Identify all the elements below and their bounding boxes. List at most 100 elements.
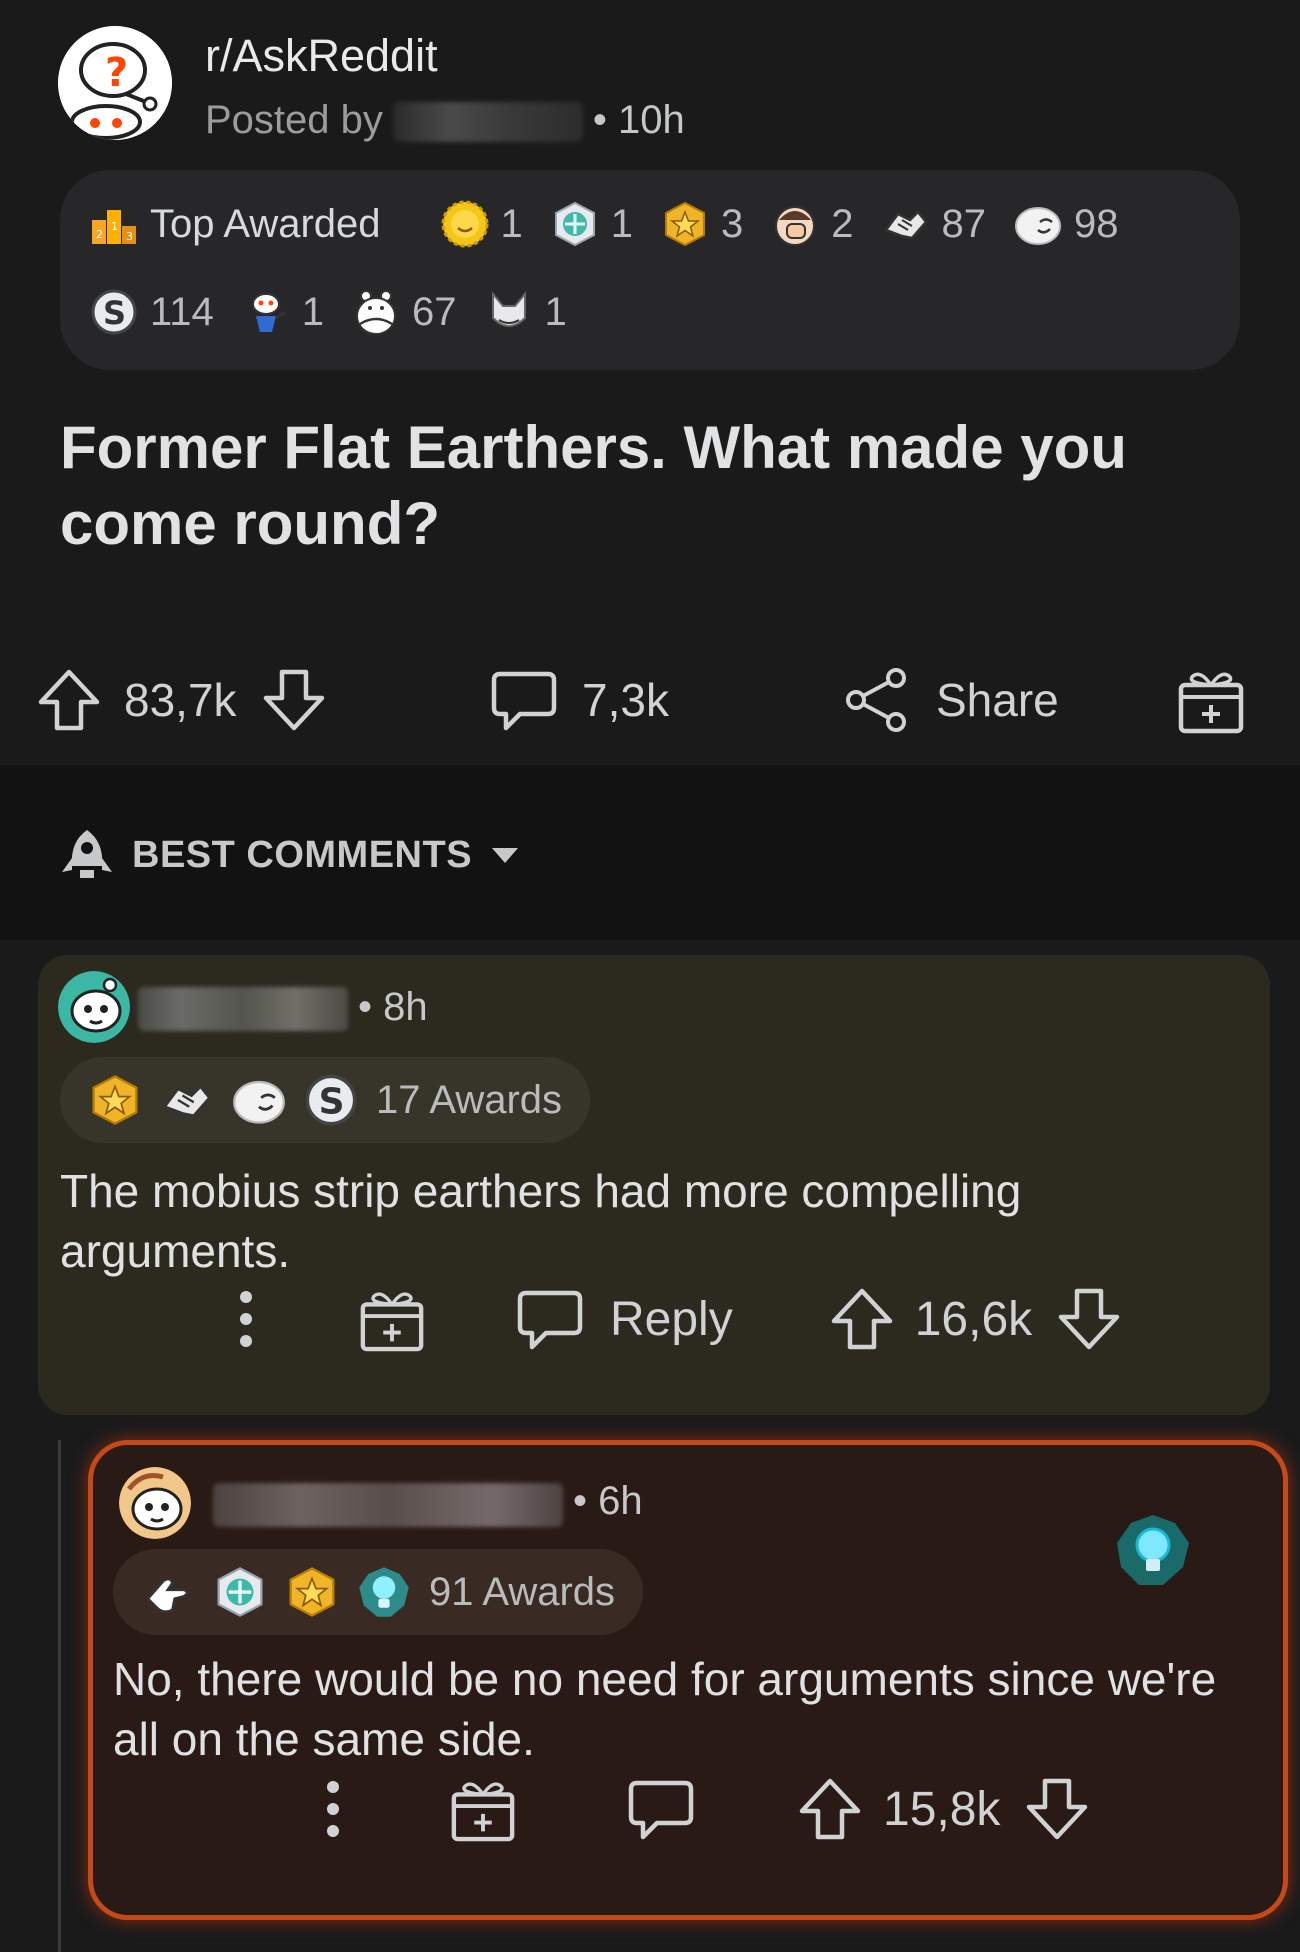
gift-icon	[1176, 665, 1246, 735]
commenter-avatar[interactable]	[58, 971, 130, 1043]
post-meta: Posted by • 10h	[205, 98, 685, 143]
silver-coin-award-icon: S	[304, 1073, 358, 1127]
share-label: Share	[936, 674, 1059, 726]
sort-dropdown[interactable]: BEST COMMENTS	[58, 826, 520, 884]
platinum-shield-award-icon	[551, 200, 599, 248]
gold-star-award-icon	[88, 1073, 142, 1127]
comments-button[interactable]: 7,3k	[490, 650, 669, 750]
give-award-icon[interactable]	[358, 1285, 426, 1353]
gold-sun-award-icon	[441, 200, 489, 248]
reply-button[interactable]: Reply	[516, 1285, 733, 1353]
reply-bubble-icon[interactable]	[627, 1775, 695, 1843]
posted-by-label: Posted by	[205, 98, 383, 142]
silver-coin-award-icon: S	[90, 288, 138, 336]
svg-text:1: 1	[111, 220, 118, 233]
award-bear-hug[interactable]: 67	[352, 288, 457, 336]
award-snoo-dance[interactable]: 1	[242, 288, 324, 336]
svg-text:3: 3	[126, 230, 133, 243]
gold-star-award-icon	[285, 1565, 339, 1619]
reply-label: Reply	[610, 1292, 733, 1346]
award-platinum[interactable]: 1	[551, 200, 633, 248]
lightbulb-award-icon	[1113, 1511, 1193, 1591]
laughing-face-award-icon	[232, 1073, 286, 1127]
award-facepalm[interactable]: 2	[771, 200, 854, 248]
downvote-arrow-icon[interactable]	[261, 667, 327, 733]
comment-bubble-icon	[490, 666, 558, 734]
comment-vote-count: 15,8k	[883, 1782, 1001, 1836]
comment-awards[interactable]: 91 Awards	[113, 1549, 644, 1635]
gold-star-award-icon	[661, 200, 709, 248]
awards-count-label: 91 Awards	[429, 1569, 616, 1614]
redacted-username	[138, 987, 348, 1031]
award-gold-sun[interactable]: 1	[441, 200, 523, 248]
laughing-face-award-icon	[1014, 200, 1062, 248]
award-gold-star[interactable]: 3	[661, 200, 743, 248]
comment-action-bar: Reply 16,6k	[238, 1285, 1122, 1353]
awards-row-1: 2 1 3 Top Awarded 1 1 3 2 87 98	[90, 200, 1147, 248]
post-card: ? r/AskReddit Posted by • 10h 2 1 3 Top …	[0, 0, 1300, 765]
comment-card: • 8h S 17 Awards The mobius strip earthe…	[38, 955, 1270, 1415]
award-handshake[interactable]: 87	[882, 200, 987, 248]
upvote-arrow-icon[interactable]	[36, 667, 102, 733]
snoo-dance-award-icon	[242, 288, 290, 336]
comment-body: The mobius strip earthers had more compe…	[60, 1165, 1022, 1277]
comment-action-bar: 15,8k	[325, 1775, 1090, 1843]
awards-count-label: 17 Awards	[376, 1077, 563, 1122]
svg-text:2: 2	[96, 228, 103, 241]
award-count: 1	[301, 289, 325, 334]
post-action-bar: 83,7k 7,3k Share	[0, 650, 1300, 750]
comment-time: • 8h	[358, 985, 428, 1029]
facepalm-award-icon	[771, 200, 819, 248]
give-award-icon[interactable]	[449, 1775, 517, 1843]
top-awarded-label: Top Awarded	[150, 201, 381, 246]
award-count: 3	[721, 201, 744, 246]
upvote-arrow-icon[interactable]	[829, 1286, 895, 1352]
svg-text:?: ?	[105, 50, 128, 96]
podium-icon: 2 1 3	[90, 200, 138, 248]
post-vote-group: 83,7k	[36, 650, 327, 750]
platinum-shield-award-icon	[213, 1565, 267, 1619]
award-count: 87	[941, 201, 987, 246]
pointing-hand-award-icon	[141, 1565, 195, 1619]
chevron-down-icon	[490, 845, 520, 865]
polar-bear-hug-award-icon	[352, 288, 400, 336]
award-count: 2	[831, 201, 854, 246]
post-time: • 10h	[592, 98, 685, 142]
award-count: 67	[412, 289, 457, 334]
upvote-arrow-icon[interactable]	[797, 1776, 863, 1842]
fox-award-icon	[485, 288, 533, 336]
subreddit-avatar[interactable]: ?	[58, 26, 172, 140]
comment-count: 7,3k	[582, 674, 669, 726]
comment-vote-count: 16,6k	[914, 1292, 1033, 1346]
award-fox[interactable]: 1	[485, 288, 567, 336]
downvote-arrow-icon[interactable]	[1024, 1776, 1090, 1842]
lightbulb-award-icon	[357, 1565, 411, 1619]
downvote-arrow-icon[interactable]	[1056, 1286, 1122, 1352]
award-count: 98	[1074, 201, 1119, 246]
top-awarded-badge: 2 1 3 Top Awarded	[90, 200, 413, 248]
svg-text:S: S	[319, 1082, 345, 1123]
reply-bubble-icon	[516, 1285, 584, 1353]
share-button[interactable]: Share	[842, 650, 1059, 750]
award-silver[interactable]: S 114	[90, 288, 214, 336]
comment-awards[interactable]: S 17 Awards	[60, 1057, 591, 1143]
comment-body: No, there would be no need for arguments…	[113, 1653, 1217, 1765]
more-options-icon[interactable]	[238, 1289, 254, 1349]
subreddit-name[interactable]: r/AskReddit	[205, 30, 438, 82]
post-title[interactable]: Former Flat Earthers. What made you come…	[60, 410, 1240, 562]
more-options-icon[interactable]	[325, 1779, 341, 1839]
sort-label: BEST COMMENTS	[132, 833, 473, 876]
thread-line[interactable]	[58, 1440, 61, 1952]
share-icon	[842, 666, 910, 734]
top-awarded-bar[interactable]: 2 1 3 Top Awarded 1 1 3 2 87 98 S 114 1 …	[60, 170, 1240, 370]
award-count: 1	[544, 289, 567, 334]
svg-text:S: S	[103, 294, 126, 332]
commenter-avatar[interactable]	[119, 1467, 191, 1539]
awards-row-2: S 114 1 67 1	[90, 288, 595, 336]
rocket-icon	[58, 826, 116, 884]
redacted-username	[392, 102, 583, 143]
redacted-username	[213, 1483, 563, 1527]
give-award-button[interactable]	[1176, 650, 1246, 750]
award-laughing[interactable]: 98	[1014, 200, 1119, 248]
reply-comment-card: • 6h 91 Awards No, there would be no nee…	[88, 1440, 1288, 1920]
